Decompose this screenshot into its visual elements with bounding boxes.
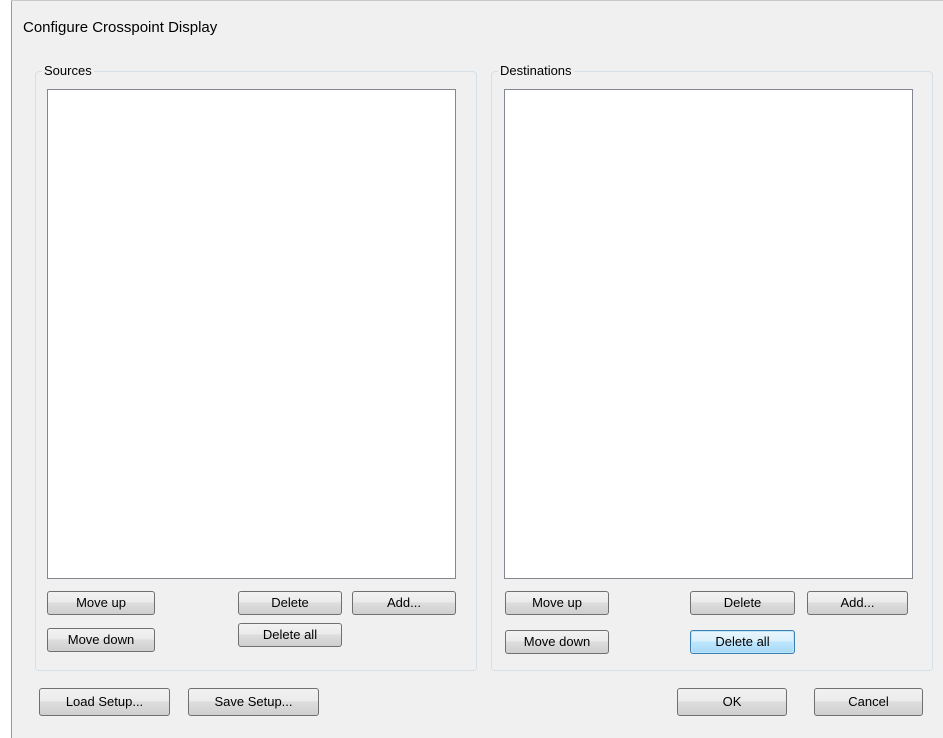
- destinations-delete-all-button[interactable]: Delete all: [690, 630, 795, 654]
- destinations-move-down-label: Move down: [523, 634, 591, 649]
- sources-group-label: Sources: [42, 63, 94, 78]
- destinations-delete-label: Delete: [723, 595, 762, 610]
- sources-move-up-label: Move up: [76, 595, 126, 610]
- sources-delete-label: Delete: [271, 595, 309, 610]
- destinations-listbox[interactable]: [504, 89, 913, 579]
- sources-delete-button[interactable]: Delete: [238, 591, 342, 615]
- destinations-delete-all-label: Delete all: [715, 634, 770, 649]
- sources-delete-all-button[interactable]: Delete all: [238, 623, 342, 647]
- destinations-move-down-button[interactable]: Move down: [505, 630, 609, 654]
- destinations-add-label: Add...: [840, 595, 875, 610]
- destinations-move-up-label: Move up: [532, 595, 582, 610]
- save-setup-label: Save Setup...: [214, 694, 293, 709]
- destinations-delete-button[interactable]: Delete: [690, 591, 795, 615]
- ok-button[interactable]: OK: [677, 688, 787, 716]
- sources-move-down-label: Move down: [67, 632, 135, 647]
- sources-move-up-button[interactable]: Move up: [47, 591, 155, 615]
- sources-listbox[interactable]: [47, 89, 456, 579]
- destinations-move-up-button[interactable]: Move up: [505, 591, 609, 615]
- sources-delete-all-label: Delete all: [262, 627, 318, 642]
- load-setup-button[interactable]: Load Setup...: [39, 688, 170, 716]
- sources-add-button[interactable]: Add...: [352, 591, 456, 615]
- cancel-label: Cancel: [848, 694, 889, 709]
- dialog-title: Configure Crosspoint Display: [23, 19, 218, 36]
- dialog-window: Configure Crosspoint Display Sources Mov…: [0, 0, 943, 738]
- sources-move-down-button[interactable]: Move down: [47, 628, 155, 652]
- ok-label: OK: [722, 694, 742, 709]
- destinations-add-button[interactable]: Add...: [807, 591, 908, 615]
- sources-add-label: Add...: [387, 595, 421, 610]
- cancel-button[interactable]: Cancel: [814, 688, 923, 716]
- destinations-group-label: Destinations: [498, 63, 574, 78]
- load-setup-label: Load Setup...: [65, 694, 144, 709]
- save-setup-button[interactable]: Save Setup...: [188, 688, 319, 716]
